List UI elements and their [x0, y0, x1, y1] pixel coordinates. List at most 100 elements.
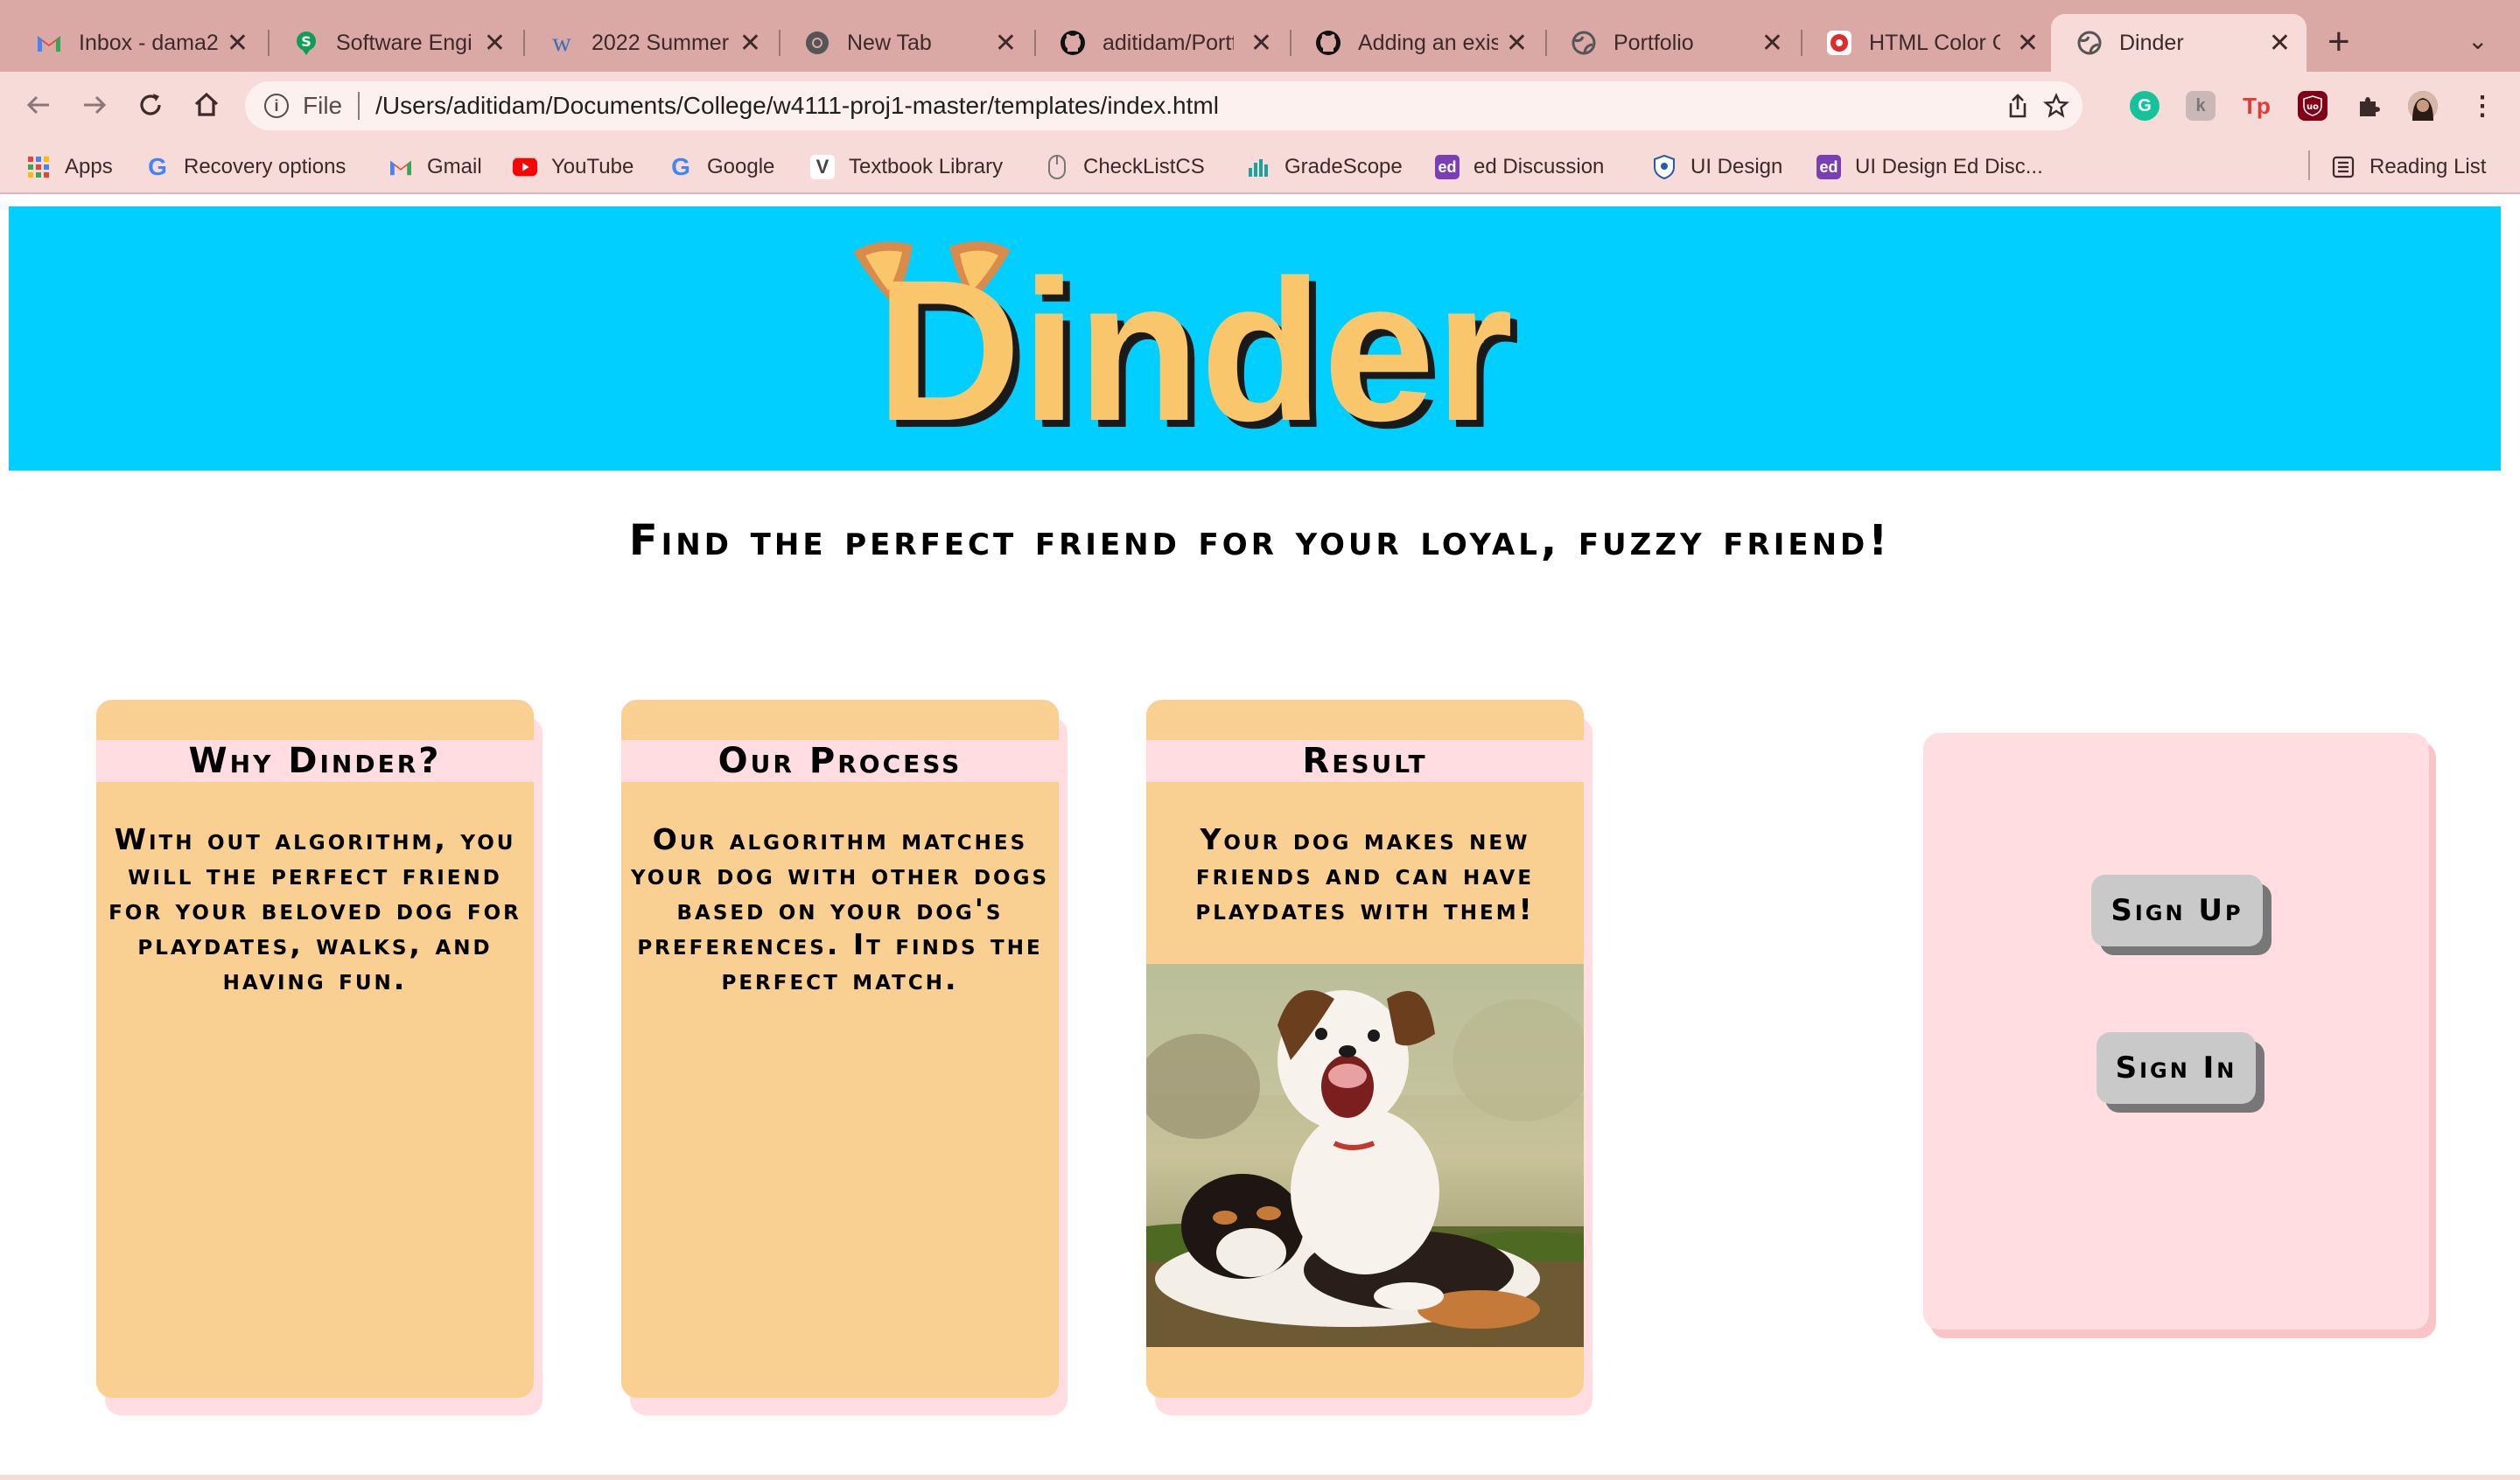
close-icon[interactable]: ✕	[2017, 28, 2039, 59]
reading-list-label: Reading List	[2370, 155, 2487, 178]
tab-html-color[interactable]: HTML Color C ✕	[1801, 14, 2054, 72]
tab-title: Inbox - dama2	[79, 30, 219, 55]
home-icon[interactable]	[187, 86, 226, 124]
ed-icon: ed	[1435, 155, 1460, 179]
bookmark-label: Google	[707, 155, 775, 178]
close-icon[interactable]: ✕	[739, 28, 761, 59]
bookmark-ui-design-ed[interactable]: ed UI Design Ed Disc...	[1816, 152, 2043, 182]
ed-icon: ed	[1816, 155, 1841, 179]
address-bar[interactable]: i File /Users/aditidam/Documents/College…	[245, 81, 2082, 130]
sign-in-button[interactable]: Sign In	[2096, 1032, 2256, 1104]
reload-icon[interactable]	[131, 86, 170, 124]
close-icon[interactable]: ✕	[1761, 28, 1783, 59]
close-icon[interactable]: ✕	[227, 28, 248, 59]
sign-up-button[interactable]: Sign Up	[2091, 875, 2263, 946]
tab-title: New Tab	[847, 30, 932, 55]
auth-panel: Sign Up Sign In	[1923, 733, 2429, 1330]
bookmark-gmail[interactable]: Gmail	[388, 152, 482, 182]
bookmark-google[interactable]: G Google	[668, 152, 774, 182]
tp-extension-icon[interactable]: Tp	[2242, 91, 2272, 121]
bookmark-label: Gmail	[427, 155, 482, 178]
tab-title: Adding an exis	[1358, 30, 1498, 55]
svg-text:S: S	[301, 33, 312, 50]
bookmark-youtube[interactable]: YouTube	[513, 152, 634, 182]
back-arrow-icon[interactable]	[19, 86, 58, 124]
tab-title: aditidam/Portf	[1102, 30, 1234, 55]
tab-title: Portfolio	[1614, 30, 1694, 55]
share-icon[interactable]	[2002, 90, 2034, 122]
bookmark-label: CheckListCS	[1083, 155, 1205, 178]
bookmark-star-icon[interactable]	[2040, 90, 2072, 122]
tab-title: 2022 Summer	[592, 30, 730, 55]
page-bottom-border	[0, 1475, 2520, 1480]
close-icon[interactable]: ✕	[1250, 28, 1272, 59]
tab-github-portfolio[interactable]: aditidam/Portf ✕	[1034, 14, 1288, 72]
tab-2022-summer[interactable]: w 2022 Summer ✕	[523, 14, 777, 72]
card-our-process: Our Process Our algorithm matches your d…	[621, 700, 1068, 1415]
reading-list-icon	[2331, 155, 2356, 179]
apps-grid-icon	[26, 155, 51, 179]
card-title: Result	[1146, 740, 1584, 782]
gmail-icon	[35, 29, 63, 57]
svg-text:uo: uo	[2306, 102, 2319, 112]
chevron-down-icon[interactable]: ⌄	[2468, 26, 2488, 55]
close-icon[interactable]: ✕	[995, 28, 1017, 59]
bookmark-textbook-library[interactable]: V Textbook Library	[810, 152, 1003, 182]
bookmark-label: GradeScope	[1284, 155, 1403, 178]
github-icon	[1059, 29, 1087, 57]
tab-portfolio[interactable]: Portfolio ✕	[1545, 14, 1799, 72]
grammarly-icon[interactable]: G	[2130, 91, 2160, 121]
globe-icon	[1570, 29, 1598, 57]
address-url[interactable]: /Users/aditidam/Documents/College/w4111-…	[375, 92, 1219, 120]
youtube-icon	[513, 155, 537, 179]
bookmarks-divider	[2308, 150, 2310, 180]
bookmark-ui-design[interactable]: UI Design	[1652, 152, 1782, 182]
card-title: Our Process	[621, 740, 1059, 782]
tab-new-tab[interactable]: New Tab ✕	[779, 14, 1032, 72]
bookmark-label: UI Design Ed Disc...	[1855, 155, 2043, 178]
close-icon[interactable]: ✕	[484, 28, 506, 59]
reading-list-button[interactable]: Reading List	[2331, 152, 2486, 182]
avatar[interactable]	[2408, 91, 2438, 121]
forward-arrow-icon[interactable]	[75, 86, 114, 124]
google-icon: G	[148, 153, 167, 180]
colorpicker-icon	[1825, 29, 1853, 57]
ublock-icon[interactable]: uo	[2298, 91, 2328, 121]
extension-k-icon[interactable]: k	[2186, 91, 2216, 121]
puzzle-extensions-icon[interactable]	[2354, 91, 2384, 121]
address-scheme: File	[303, 92, 343, 119]
tab-dinder[interactable]: Dinder ✕	[2051, 14, 2306, 72]
tab-title: Dinder	[2119, 30, 2184, 55]
card-why-dinder: Why Dinder? With out algorithm, you will…	[96, 700, 542, 1415]
bookmark-apps[interactable]: Apps	[26, 152, 113, 182]
bookmark-label: UI Design	[1690, 155, 1783, 178]
info-icon[interactable]: i	[264, 94, 289, 118]
close-icon[interactable]: ✕	[2269, 28, 2291, 59]
card-text: Our algorithm matches your dog with othe…	[630, 822, 1050, 996]
tab-strip: Inbox - dama2 ✕ S Software Engi ✕ w 2022…	[0, 0, 2520, 72]
card-text: Your dog makes new friends and can have …	[1195, 822, 1535, 926]
w-icon: w	[552, 28, 571, 57]
bookmark-label: Apps	[65, 155, 113, 178]
tab-github-adding[interactable]: Adding an exis ✕	[1290, 14, 1544, 72]
new-tab-button[interactable]: +	[2328, 19, 2350, 65]
gradescope-icon	[1246, 155, 1270, 179]
globe-icon	[2076, 29, 2104, 57]
dinder-logo: Dinder Dinder	[853, 238, 1520, 437]
bookmark-ed-discussion[interactable]: ed ed Discussion	[1435, 152, 1604, 182]
tagline: Find the perfect friend for your loyal, …	[628, 516, 1892, 565]
bookmark-checklistcs[interactable]: CheckListCS	[1045, 152, 1205, 182]
bookmark-gradescope[interactable]: GradeScope	[1246, 152, 1403, 182]
tab-inbox[interactable]: Inbox - dama2 ✕	[10, 14, 264, 72]
card-text: With out algorithm, you will the perfect…	[108, 822, 522, 996]
browser-toolbar: i File /Users/aditidam/Documents/College…	[0, 72, 2520, 140]
bookmark-recovery-options[interactable]: G Recovery options	[145, 152, 346, 182]
software-icon: S	[292, 29, 320, 57]
logo-text: Dinder	[876, 238, 1513, 437]
menu-dots-icon[interactable]: ⋮	[2468, 91, 2497, 121]
tab-software-engineering[interactable]: S Software Engi ✕	[268, 14, 522, 72]
card-body: Result Your dog makes new friends and ca…	[1146, 700, 1584, 1398]
github-icon	[1314, 29, 1342, 57]
card-result: Result Your dog makes new friends and ca…	[1146, 700, 1592, 1415]
close-icon[interactable]: ✕	[1506, 28, 1528, 59]
